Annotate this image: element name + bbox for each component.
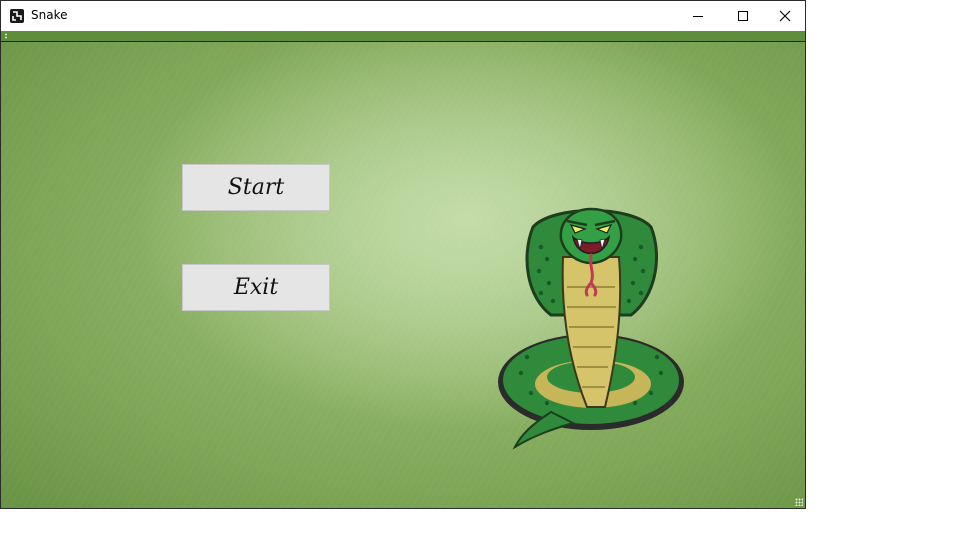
menu-strip (1, 31, 805, 42)
cobra-illustration (498, 207, 684, 450)
window-title: Snake (31, 8, 68, 22)
app-window: Snake Start Exit (0, 0, 806, 509)
minimize-button[interactable] (675, 1, 720, 31)
maximize-button[interactable] (720, 1, 765, 31)
resize-grip-icon[interactable] (795, 498, 803, 506)
minimize-icon (692, 10, 704, 22)
close-button[interactable] (762, 1, 805, 31)
app-icon (10, 9, 24, 23)
start-button[interactable]: Start (182, 164, 330, 211)
game-menu-screen: Start Exit (1, 42, 805, 508)
title-bar[interactable]: Snake (1, 1, 805, 31)
maximize-icon (737, 10, 749, 22)
close-icon (779, 10, 791, 22)
grip-handle-icon[interactable] (5, 33, 7, 39)
exit-button[interactable]: Exit (182, 264, 330, 311)
